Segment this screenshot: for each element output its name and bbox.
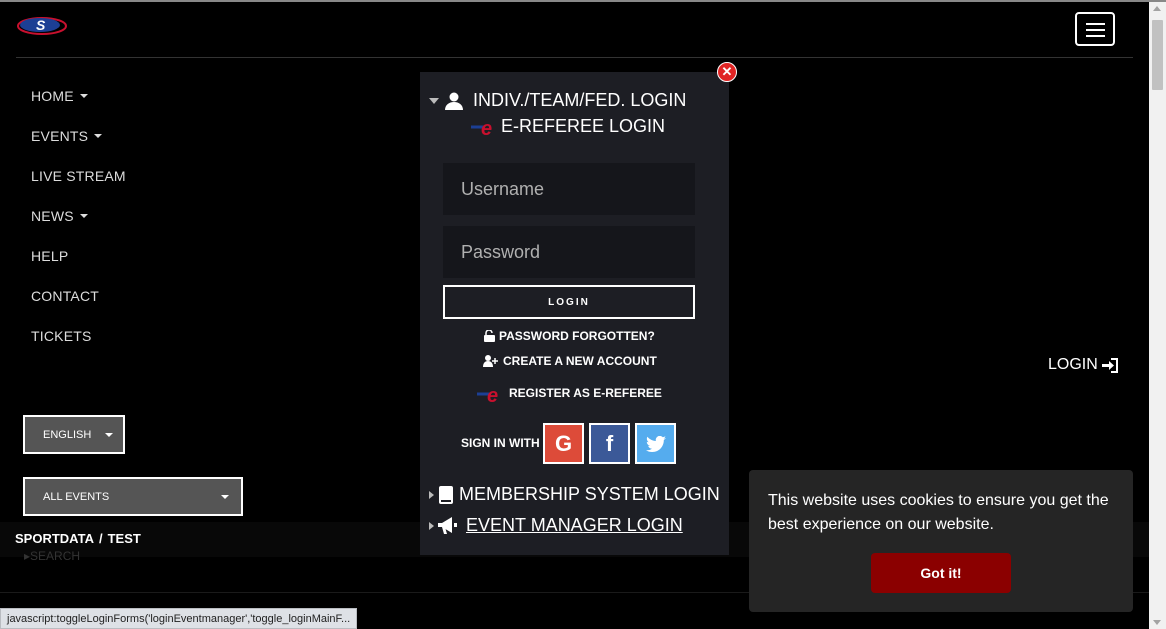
modal-title: INDIV./TEAM/FED. LOGIN [473,90,687,110]
nav-item-news[interactable]: NEWS [31,196,126,236]
collapsed-triangle-icon [429,521,434,530]
nav-item-label: HOME [31,88,74,104]
cookie-accept-label: Got it! [920,565,962,581]
vertical-scrollbar[interactable] [1149,2,1166,629]
book-icon [439,485,453,504]
facebook-icon[interactable]: f [589,423,630,464]
events-select[interactable]: ALL EVENTS [23,477,243,516]
unlock-icon [484,330,495,342]
password-forgotten-link[interactable]: PASSWORD FORGOTTEN? [484,329,655,343]
search-link-label: SEARCH [30,549,81,563]
nav-item-help[interactable]: HELP [31,236,126,276]
breadcrumb-current: TEST [107,531,141,546]
user-icon [445,92,463,110]
e-referee-icon: e [477,385,498,404]
window-top-border [0,0,1166,2]
membership-login-label: MEMBERSHIP SYSTEM LOGIN [459,484,720,504]
nav-item-home[interactable]: HOME [31,76,126,116]
nav-item-label: HELP [31,248,69,264]
nav-item-events[interactable]: EVENTS [31,116,126,156]
nav-item-contact[interactable]: CONTACT [31,276,126,316]
nav-item-label: LIVE STREAM [31,168,126,184]
e-referee-login-header[interactable]: e E-REFEREE LOGIN [471,115,665,137]
google-icon[interactable]: G [543,423,584,464]
login-button[interactable]: LOGIN [443,285,695,319]
login-link-label: LOGIN [1048,356,1098,373]
svg-text:e: e [487,385,498,404]
event-manager-login-label: EVENT MANAGER LOGIN [466,515,683,535]
caret-down-icon [221,495,229,499]
cookie-accept-button[interactable]: Got it! [871,553,1011,593]
main-nav: HOME EVENTS LIVE STREAM NEWS HELP CONTAC… [31,76,126,356]
expanded-triangle-icon [429,97,439,104]
modal-subtitle: E-REFEREE LOGIN [501,115,666,136]
search-link[interactable]: ▸SEARCH [24,549,80,563]
e-referee-icon: e [471,118,492,137]
sign-in-icon [1101,357,1118,373]
events-select-value: ALL EVENTS [43,490,110,503]
breadcrumb: SPORTDATA / TEST [15,531,141,546]
create-account-label: CREATE A NEW ACCOUNT [503,354,657,368]
nav-item-tickets[interactable]: TICKETS [31,316,126,356]
browser-status-bar: javascript:toggleLoginForms('loginEventm… [0,608,358,629]
caret-down-icon [79,94,88,98]
bullhorn-icon [438,516,457,534]
caret-down-icon [94,134,103,138]
nav-item-label: TICKETS [31,328,92,344]
scroll-up-icon[interactable] [1153,6,1161,11]
svg-text:e: e [481,118,492,137]
register-referee-label: REGISTER AS E-REFEREE [509,386,662,400]
membership-login-header[interactable]: MEMBERSHIP SYSTEM LOGIN [429,484,720,505]
indiv-login-header[interactable]: INDIV./TEAM/FED. LOGIN [429,90,686,111]
language-select-value: ENGLISH [43,428,92,441]
username-input[interactable] [443,163,695,215]
nav-item-label: NEWS [31,208,74,224]
event-manager-login-header[interactable]: EVENT MANAGER LOGIN [429,515,683,536]
svg-text:S: S [36,17,46,33]
nav-item-label: CONTACT [31,288,100,304]
hamburger-menu-icon[interactable] [1075,12,1115,46]
scroll-down-icon[interactable] [1153,620,1161,625]
password-input[interactable] [443,226,695,278]
login-link[interactable]: LOGIN [1048,356,1119,374]
sign-in-with-label: SIGN IN WITH [461,436,540,450]
caret-down-icon [105,432,114,437]
cookie-message: This website uses cookies to ensure you … [768,492,1109,533]
register-referee-link[interactable]: e REGISTER AS E-REFEREE [477,382,662,404]
user-plus-icon [483,355,498,367]
language-select[interactable]: ENGLISH [23,415,125,454]
nav-item-label: EVENTS [31,128,89,144]
password-forgotten-label: PASSWORD FORGOTTEN? [499,329,655,343]
collapsed-triangle-icon [429,490,434,499]
header-divider [16,57,1133,58]
nav-item-live-stream[interactable]: LIVE STREAM [31,156,126,196]
close-icon[interactable]: ✕ [717,62,737,82]
twitter-icon[interactable] [635,423,676,464]
status-url: javascript:toggleLoginForms('loginEventm… [7,612,351,625]
caret-down-icon [79,214,88,218]
breadcrumb-root[interactable]: SPORTDATA [15,531,94,546]
sportdata-logo[interactable]: S [16,14,70,38]
login-button-label: LOGIN [548,296,590,308]
create-account-link[interactable]: CREATE A NEW ACCOUNT [483,354,657,368]
scrollbar-thumb[interactable] [1152,20,1163,90]
